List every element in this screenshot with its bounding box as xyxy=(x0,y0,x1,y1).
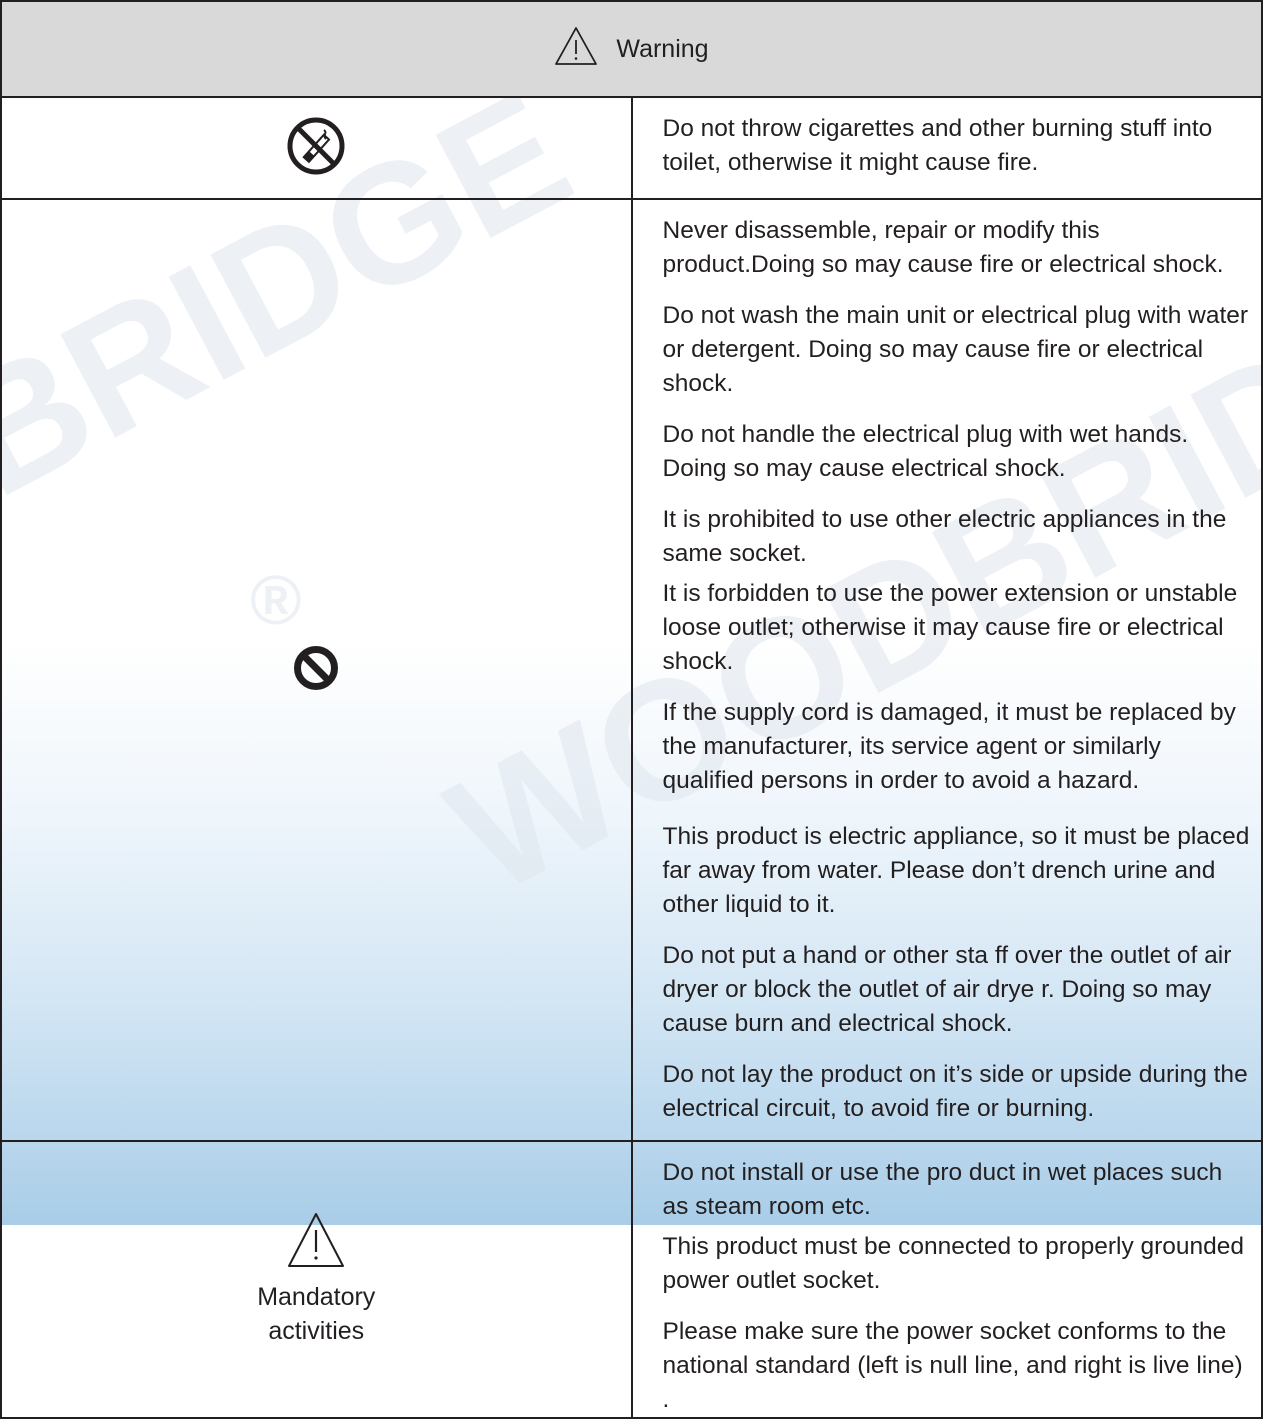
warning-text: It is prohibited to use other electric a… xyxy=(662,506,1227,567)
warning-text: If the supply cord is damaged, it must b… xyxy=(662,699,1236,794)
no-smoking-icon xyxy=(284,117,348,182)
icon-cell xyxy=(0,198,633,1142)
warning-text: Do not throw cigarettes and other burnin… xyxy=(662,115,1213,176)
mandatory-label-line1: Mandatory xyxy=(257,1283,376,1311)
warning-triangle-icon xyxy=(554,26,598,73)
warning-text: Do not lay the product on it’s side or u… xyxy=(662,1061,1248,1122)
warning-text: Never disassemble, repair or modify this… xyxy=(662,217,1224,278)
mandatory-label-line2: activities xyxy=(268,1317,365,1345)
warning-title: Warning xyxy=(616,34,709,63)
mandatory-text: Do not install or use the pro duct in we… xyxy=(662,1159,1223,1220)
warning-text: Do not wash the main unit or electrical … xyxy=(662,302,1249,397)
text-cell: Do not install or use the pro duct in we… xyxy=(630,1140,1263,1419)
warning-triangle-icon xyxy=(286,1213,346,1273)
warning-text: Do not put a hand or other sta ff over t… xyxy=(662,942,1232,1037)
text-cell: Never disassemble, repair or modify this… xyxy=(630,198,1263,1142)
prohibited-icon xyxy=(292,645,340,696)
warning-text: It is forbidden to use the power extensi… xyxy=(662,580,1238,675)
text-cell: Do not throw cigarettes and other burnin… xyxy=(630,96,1263,200)
warning-table: Warning Do not throw cigarettes and othe… xyxy=(0,0,1263,1419)
warning-header: Warning xyxy=(0,0,1263,98)
mandatory-text: This product must be connected to proper… xyxy=(662,1233,1245,1294)
warning-text: This product is electric appliance, so i… xyxy=(662,823,1250,918)
manual-page: WOODBRIDGE WOODBRIDGE WOODBRIDGE ® Warni… xyxy=(0,0,1263,1419)
icon-cell: Mandatory activities xyxy=(0,1140,633,1419)
mandatory-label: Mandatory activities xyxy=(2,1280,631,1348)
warning-text: Do not handle the electrical plug with w… xyxy=(662,421,1189,482)
icon-cell xyxy=(0,96,633,200)
mandatory-text: Please make sure the power socket confor… xyxy=(662,1318,1243,1413)
